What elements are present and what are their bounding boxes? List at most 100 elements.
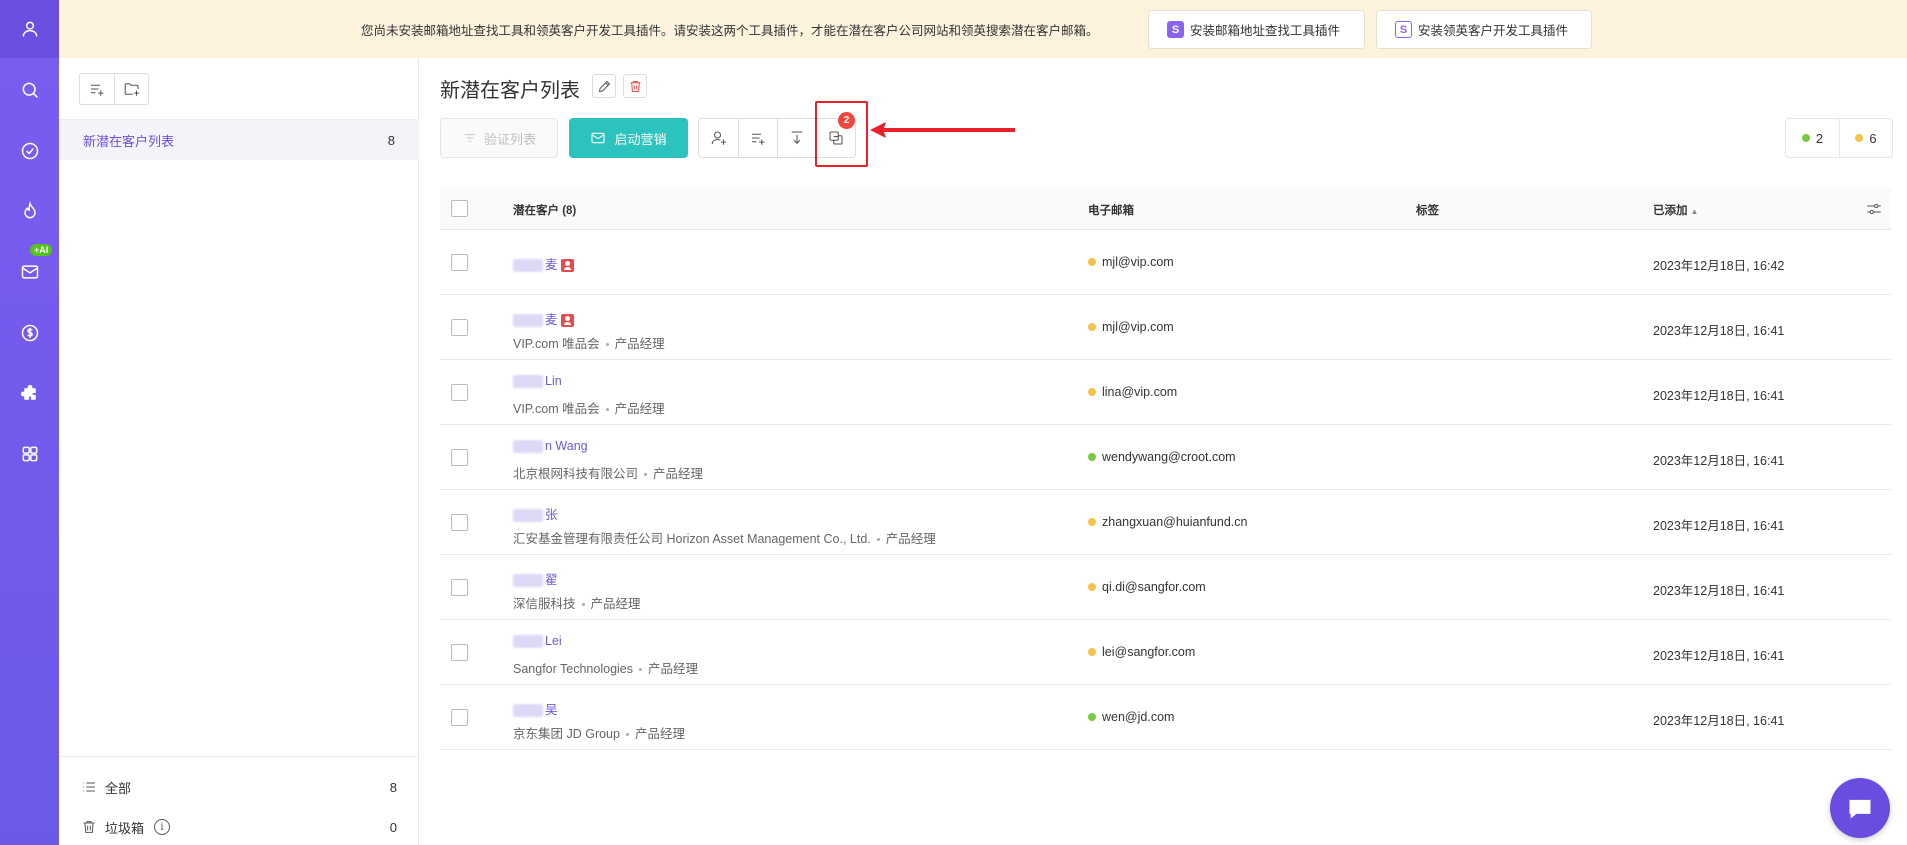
status-filter-unverified[interactable]: 6 <box>1839 119 1892 157</box>
tasks-nav-button[interactable] <box>0 131 59 171</box>
prospect-name[interactable]: 吴 <box>513 699 558 718</box>
table-row[interactable]: 翟深信服科技 产品经理 qi.di@sangfor.com 2023年12月18日, … <box>440 555 1891 620</box>
new-list-button[interactable] <box>80 74 114 104</box>
table-row[interactable]: 吴京东集团 JD Group 产品经理 wen@jd.com 2023年12月18日,… <box>440 685 1891 750</box>
col-tags[interactable]: 标签 <box>1416 202 1439 218</box>
add-user-icon <box>711 131 726 145</box>
table-row[interactable]: Lei Sangfor Technologies 产品经理 lei@sangfor.c… <box>440 620 1891 685</box>
new-folder-button[interactable] <box>114 74 148 104</box>
prospect-name[interactable]: n Wang <box>513 439 588 454</box>
sidebar-trash-label: 垃圾箱 <box>105 820 145 836</box>
prospect-name[interactable]: Lin <box>513 374 562 389</box>
prospect-subtitle: 京东集团 JD Group 产品经理 <box>513 723 685 742</box>
contact-card-icon <box>560 259 574 273</box>
check-circle-icon <box>21 142 38 160</box>
row-checkbox[interactable] <box>451 319 468 336</box>
plugins-nav-button[interactable] <box>0 374 59 414</box>
billing-nav-button[interactable] <box>0 313 59 353</box>
prospect-title: 产品经理 <box>648 662 699 676</box>
verify-list-button[interactable]: 验证列表 <box>440 118 558 158</box>
filter-list-icon <box>464 134 476 142</box>
prospect-name[interactable]: 张 <box>513 504 558 523</box>
prospect-email[interactable]: lei@sangfor.com <box>1088 645 1195 659</box>
prospect-name-text: 吴 <box>545 703 558 717</box>
row-checkbox[interactable] <box>451 579 468 596</box>
dollar-circle-icon <box>21 324 38 342</box>
chat-support-button[interactable] <box>1830 778 1890 838</box>
sidebar-all-label: 全部 <box>105 780 132 796</box>
ai-badge: +AI <box>30 244 53 256</box>
row-checkbox[interactable] <box>451 709 468 726</box>
contact-card-icon <box>560 314 574 328</box>
column-settings-button[interactable] <box>1865 200 1883 218</box>
sort-asc-icon[interactable]: ▲ <box>1691 207 1699 216</box>
hot-nav-button[interactable] <box>0 191 59 231</box>
prospect-name[interactable]: Lei <box>513 634 562 649</box>
prospect-email-text: lei@sangfor.com <box>1102 645 1196 659</box>
install-email-finder-button[interactable]: S 安装邮箱地址查找工具插件 <box>1148 10 1365 49</box>
row-checkbox[interactable] <box>451 514 468 531</box>
table-row[interactable]: 麦 mjl@vip.com 2023年12月18日, 16:42 <box>440 230 1891 295</box>
prospect-email[interactable]: mjl@vip.com <box>1088 320 1174 334</box>
prospect-email-text: wendywang@croot.com <box>1102 450 1236 464</box>
merge-duplicates-button[interactable]: 2 <box>816 112 855 157</box>
prospect-name-text: 麦 <box>545 258 558 272</box>
prospect-name-text: 张 <box>545 508 558 522</box>
export-button[interactable] <box>777 119 816 157</box>
yellow-dot-icon <box>1088 388 1096 396</box>
prospect-email[interactable]: zhangxuan@huianfund.cn <box>1088 515 1247 529</box>
mail-nav-button[interactable]: +AI <box>0 244 59 292</box>
prospect-title: 产品经理 <box>590 597 641 611</box>
col-prospect[interactable]: 潜在客户 (8) <box>513 202 576 218</box>
add-prospect-button[interactable] <box>699 119 738 157</box>
search-nav-button[interactable] <box>0 70 59 110</box>
rename-list-button[interactable] <box>592 74 616 98</box>
prospect-name[interactable]: 麦 <box>513 309 574 328</box>
table-row[interactable]: 麦 VIP.com 唯品会 产品经理 mjl@vip.com 2023年12月18日, … <box>440 295 1891 360</box>
col-added[interactable]: 已添加 ▲ <box>1653 202 1698 218</box>
red-arrow-icon <box>870 122 1015 138</box>
row-checkbox[interactable] <box>451 644 468 661</box>
prospect-email[interactable]: qi.di@sangfor.com <box>1088 580 1206 594</box>
page-title: 新潜在客户列表 <box>440 80 580 102</box>
prospect-email[interactable]: lina@vip.com <box>1088 385 1177 399</box>
start-campaign-label: 启动营销 <box>614 131 667 147</box>
prospect-email[interactable]: wendywang@croot.com <box>1088 450 1236 464</box>
select-all-checkbox[interactable] <box>451 200 468 217</box>
apps-nav-button[interactable] <box>0 434 59 474</box>
install-linkedin-tool-button[interactable]: S 安装领英客户开发工具插件 <box>1376 10 1592 49</box>
row-checkbox[interactable] <box>451 384 468 401</box>
sidebar-item-all[interactable]: 全部 8 <box>59 769 419 805</box>
yellow-dot-icon <box>1088 323 1096 331</box>
prospect-name[interactable]: 翟 <box>513 569 558 588</box>
prospect-company: 北京根网科技有限公司 <box>513 467 639 481</box>
prospect-company: VIP.com 唯品会 <box>513 337 600 351</box>
sidebar-item-new-prospect-list[interactable]: 新潜在客户列表 8 <box>59 120 419 160</box>
add-list-icon <box>91 84 104 96</box>
status-valid-count: 2 <box>1815 130 1824 146</box>
prospect-email-text: zhangxuan@huianfund.cn <box>1102 515 1248 529</box>
sidebar-all-count: 8 <box>389 779 397 795</box>
table-row[interactable]: Lin VIP.com 唯品会 产品经理 lina@vip.com 2023年12月18… <box>440 360 1891 425</box>
prospect-email-text: mjl@vip.com <box>1102 320 1174 334</box>
chat-bubble-icon <box>1849 799 1871 819</box>
install-linkedin-tool-label: 安装领英客户开发工具插件 <box>1418 24 1569 38</box>
sidebar-item-trash[interactable]: 垃圾箱 i 0 <box>59 809 419 845</box>
row-checkbox[interactable] <box>451 254 468 271</box>
row-checkbox[interactable] <box>451 449 468 466</box>
prospect-name[interactable]: 麦 <box>513 254 574 273</box>
redacted-name-part <box>513 509 543 523</box>
delete-list-button[interactable] <box>623 74 647 98</box>
start-campaign-button[interactable]: 启动营销 <box>569 118 688 158</box>
prospect-email[interactable]: wen@jd.com <box>1088 710 1174 724</box>
table-row[interactable]: n Wang 北京根网科技有限公司 产品经理 wendywang@croot.com 2… <box>440 425 1891 490</box>
prospect-email[interactable]: mjl@vip.com <box>1088 255 1174 269</box>
status-filter-valid[interactable]: 2 <box>1786 119 1839 157</box>
col-email[interactable]: 电子邮箱 <box>1088 202 1134 218</box>
info-icon[interactable]: i <box>154 819 171 835</box>
table-row[interactable]: 张汇安基金管理有限责任公司 Horizon Asset Management C… <box>440 490 1891 555</box>
prospect-name-text: Lei <box>545 634 562 648</box>
profile-nav-button[interactable] <box>0 0 59 58</box>
add-to-list-button[interactable] <box>738 119 777 157</box>
table-header: 潜在客户 (8) 电子邮箱 标签 已添加 ▲ <box>440 188 1891 230</box>
